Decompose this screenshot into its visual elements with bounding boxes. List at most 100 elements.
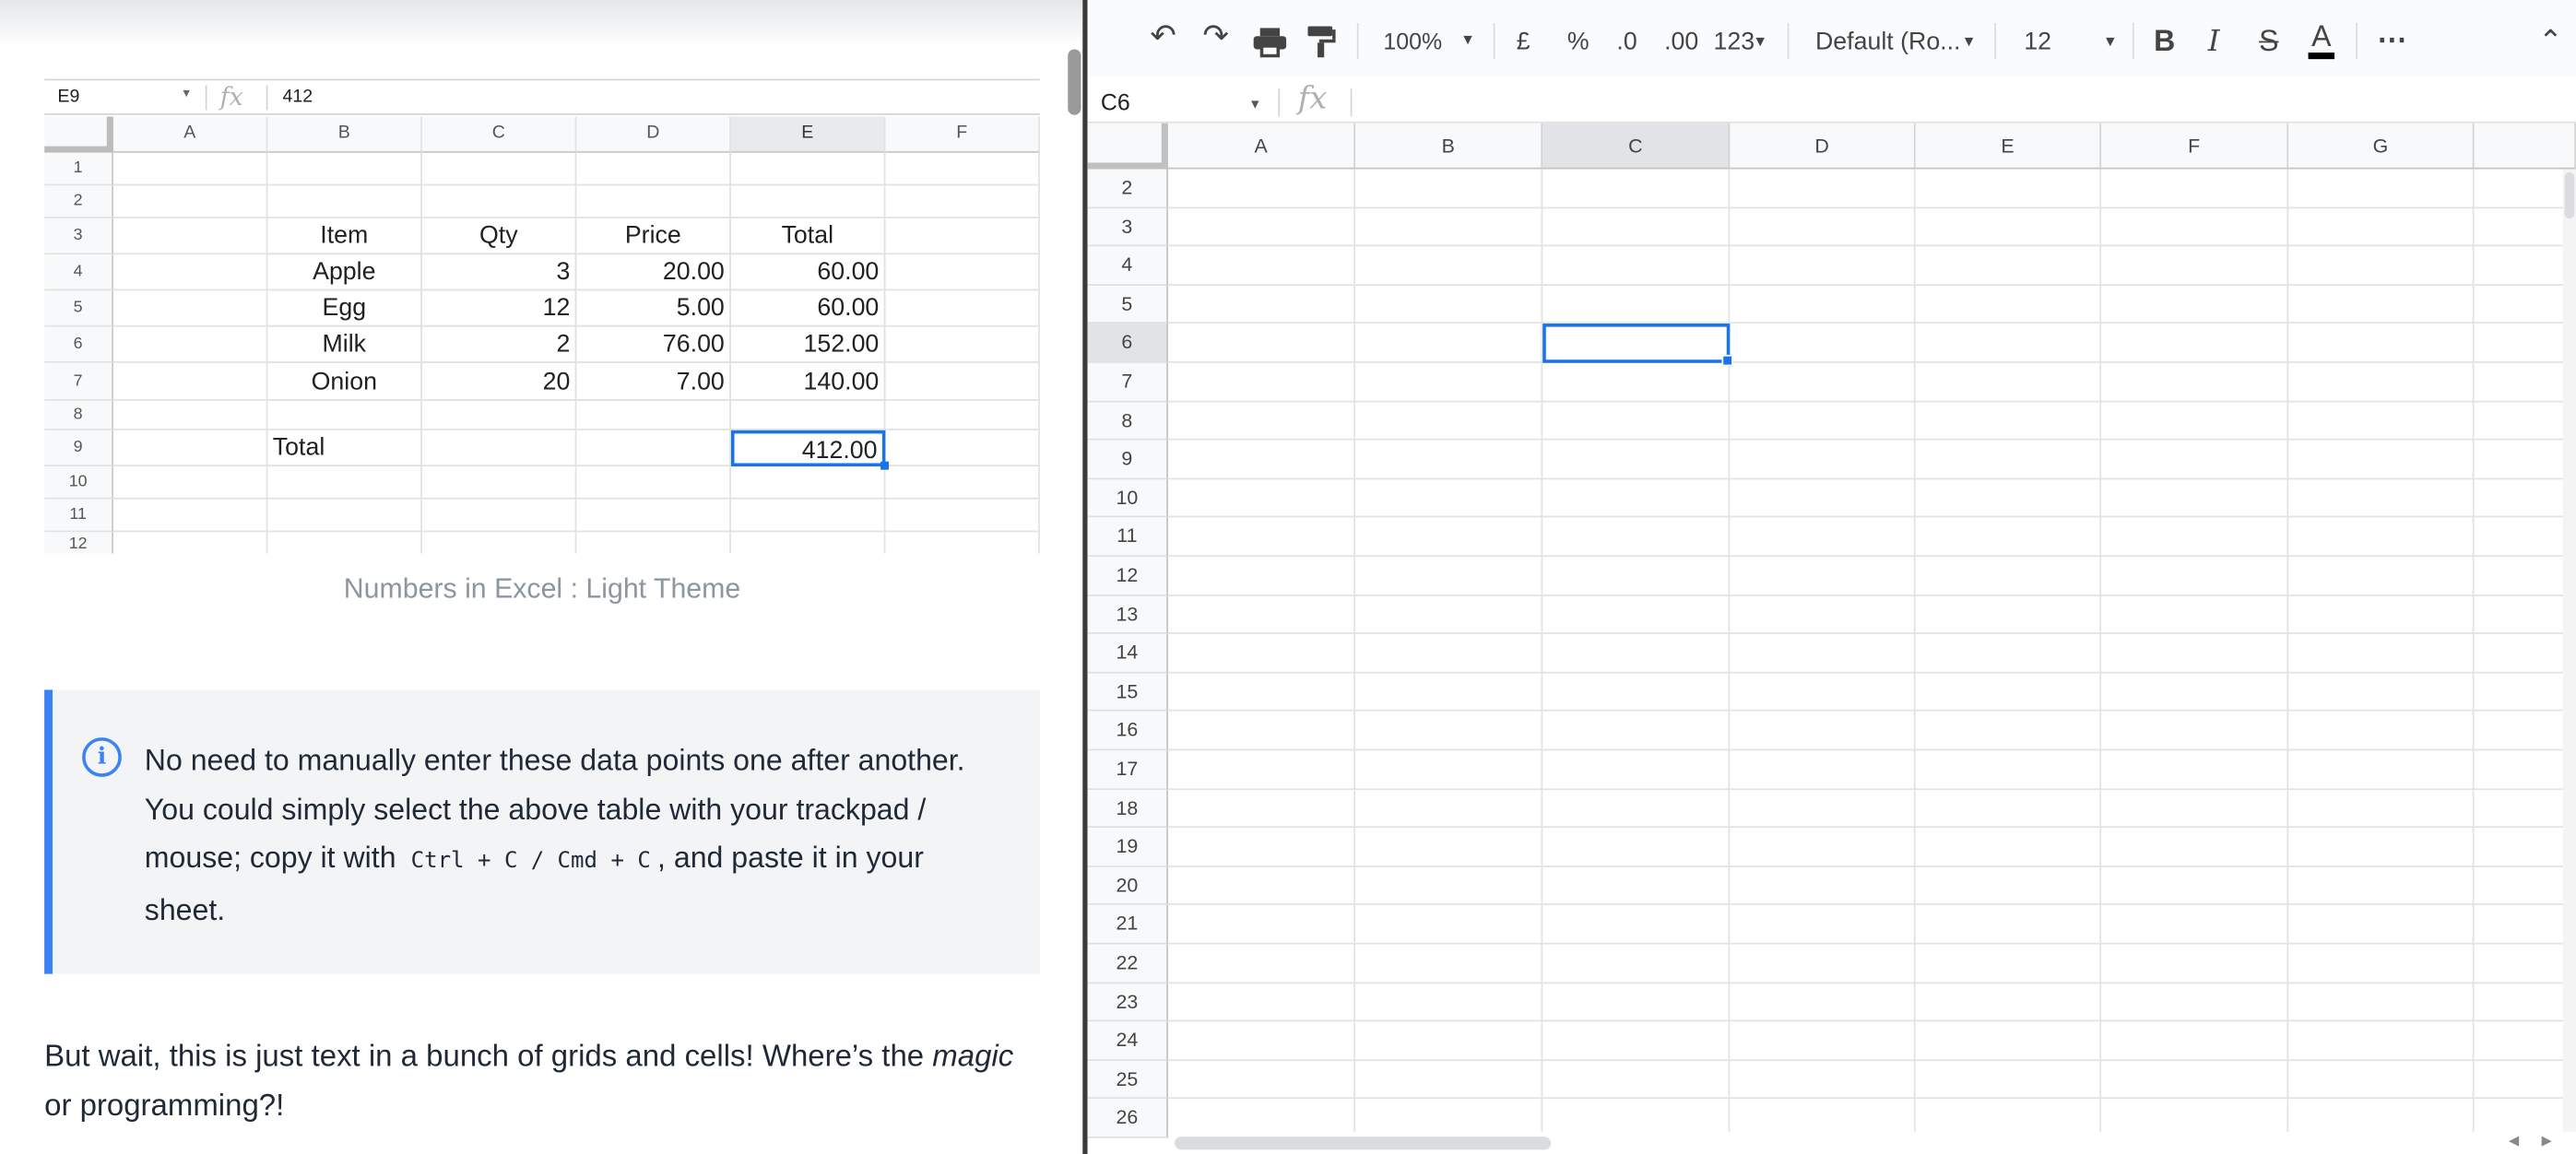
more-options-icon[interactable]: ⋯ <box>2377 23 2406 57</box>
decrease-decimal-button[interactable]: .0 <box>1616 28 1637 55</box>
mini-row-header-1: 1 <box>44 152 113 186</box>
row-header-8[interactable]: 8 <box>1087 401 1168 441</box>
row-gridline <box>1167 555 2576 558</box>
mini-item-cell: Apple <box>267 254 422 291</box>
column-header-f[interactable]: F <box>2101 123 2289 170</box>
name-box-dropdown-icon[interactable]: ▼ <box>1248 97 1261 112</box>
mini-cell <box>421 400 577 430</box>
row-header-16[interactable]: 16 <box>1087 712 1168 751</box>
strikethrough-button[interactable]: S <box>2259 25 2278 59</box>
column-header-b[interactable]: B <box>1355 123 1543 170</box>
paint-format-icon[interactable] <box>1307 26 1336 65</box>
column-header-e[interactable]: E <box>1915 123 2102 170</box>
row-header-6[interactable]: 6 <box>1087 324 1168 363</box>
mini-cell <box>730 499 886 533</box>
column-header-g[interactable]: G <box>2288 123 2475 170</box>
vertical-scrollbar[interactable] <box>2562 169 2576 1154</box>
vertical-scrollbar-thumb[interactable] <box>2564 172 2575 218</box>
mini-row-header-2: 2 <box>44 185 113 218</box>
row-header-20[interactable]: 20 <box>1087 866 1168 906</box>
select-all-corner[interactable] <box>1087 123 1168 170</box>
row-header-25[interactable]: 25 <box>1087 1060 1168 1100</box>
column-header-overflow <box>2474 123 2576 170</box>
row-header-14[interactable]: 14 <box>1087 634 1168 674</box>
scroll-right-icon[interactable]: ▶ <box>2542 1134 2552 1148</box>
mini-cell <box>112 326 268 363</box>
row-header-3[interactable]: 3 <box>1087 207 1168 247</box>
font-size-dropdown-icon[interactable]: ▼ <box>2103 33 2118 50</box>
row-gridline <box>1167 594 2576 596</box>
row-header-18[interactable]: 18 <box>1087 789 1168 829</box>
redo-icon[interactable]: ↷ <box>1202 18 1228 56</box>
toolbar-separator <box>2356 22 2358 60</box>
italic-button[interactable]: I <box>2208 25 2220 59</box>
mini-cell <box>576 430 731 467</box>
row-header-15[interactable]: 15 <box>1087 673 1168 712</box>
row-header-9[interactable]: 9 <box>1087 440 1168 479</box>
row-gridline <box>1167 1058 2576 1061</box>
row-header-5[interactable]: 5 <box>1087 285 1168 324</box>
article-scrollbar-thumb[interactable] <box>1068 49 1081 115</box>
formula-bar: C6 ▼ fx <box>1087 77 2576 124</box>
toolbar-separator <box>1787 22 1790 60</box>
selected-cell[interactable] <box>1542 324 1731 363</box>
mini-cell <box>730 400 886 430</box>
number-format-dropdown-icon[interactable]: ▼ <box>1753 33 1767 50</box>
row-header-24[interactable]: 24 <box>1087 1021 1168 1061</box>
font-size-input[interactable]: 12 <box>2024 28 2051 55</box>
mini-header-item: Item <box>267 218 422 255</box>
row-header-2[interactable]: 2 <box>1087 169 1168 208</box>
sheet-grid[interactable]: ABCDEFG 2 3 4 5 6 7 8 9 10 11 12 13 14 15 16 17 18 19 20 21… <box>1087 123 2576 1154</box>
mini-column-header-f: F <box>885 116 1040 153</box>
text-color-button[interactable]: A <box>2308 19 2335 60</box>
mini-qty-cell: 20 <box>421 362 577 401</box>
mini-cell <box>112 400 268 430</box>
column-header-d[interactable]: D <box>1730 123 1916 170</box>
row-header-13[interactable]: 13 <box>1087 595 1168 635</box>
mini-qty-cell: 3 <box>421 254 577 291</box>
row-header-19[interactable]: 19 <box>1087 828 1168 867</box>
fill-handle[interactable] <box>1721 354 1733 367</box>
mini-qty-cell: 2 <box>421 326 577 363</box>
undo-icon[interactable]: ↶ <box>1150 18 1176 56</box>
column-header-a[interactable]: A <box>1167 123 1356 170</box>
bold-button[interactable]: B <box>2154 25 2175 59</box>
row-gridline <box>1167 516 2576 518</box>
toolbar-separator <box>1493 22 1495 60</box>
row-header-23[interactable]: 23 <box>1087 983 1168 1022</box>
number-format-button[interactable]: 123 <box>1714 28 1755 55</box>
row-header-22[interactable]: 22 <box>1087 944 1168 983</box>
screen: E9 ▼ fx 412 ABCDEF 1 2 3 4 5 6 7 8 9 10 11 12 Item Q… <box>0 0 2576 1154</box>
mini-cell <box>112 499 268 533</box>
zoom-select[interactable]: 100% <box>1383 28 1442 54</box>
collapse-toolbar-icon[interactable]: ⌃ <box>2538 25 2563 59</box>
row-header-10[interactable]: 10 <box>1087 478 1168 518</box>
row-header-12[interactable]: 12 <box>1087 557 1168 596</box>
horizontal-scrollbar-thumb[interactable] <box>1175 1136 1552 1150</box>
row-header-26[interactable]: 26 <box>1087 1099 1168 1138</box>
zoom-dropdown-icon[interactable]: ▼ <box>1460 31 1475 48</box>
increase-decimal-button[interactable]: .00 <box>1664 28 1698 55</box>
row-header-11[interactable]: 11 <box>1087 517 1168 558</box>
row-header-17[interactable]: 17 <box>1087 750 1168 790</box>
mini-cell <box>885 326 1040 363</box>
row-header-21[interactable]: 21 <box>1087 905 1168 945</box>
percent-format-button[interactable]: % <box>1567 28 1589 55</box>
name-box[interactable]: C6 <box>1101 88 1130 115</box>
font-family-select[interactable]: Default (Ro... <box>1815 28 1960 55</box>
currency-format-button[interactable]: £ <box>1517 28 1530 55</box>
mini-item-cell: Egg <box>267 290 422 327</box>
mini-row-header-8: 8 <box>44 400 113 430</box>
scroll-left-icon[interactable]: ◀ <box>2509 1134 2519 1148</box>
print-icon[interactable] <box>1253 28 1287 64</box>
row-gridline <box>1167 439 2576 441</box>
font-dropdown-icon[interactable]: ▼ <box>1962 33 1977 50</box>
row-header-4[interactable]: 4 <box>1087 246 1168 286</box>
mini-row-header-5: 5 <box>44 290 113 327</box>
column-header-c[interactable]: C <box>1542 123 1731 170</box>
row-header-7[interactable]: 7 <box>1087 362 1168 402</box>
mini-row-header-12: 12 <box>44 532 113 554</box>
paragraph-text-1: But wait, this is just text in a bunch o… <box>44 1038 925 1073</box>
mini-cell <box>113 532 268 554</box>
mini-cell <box>730 152 886 186</box>
